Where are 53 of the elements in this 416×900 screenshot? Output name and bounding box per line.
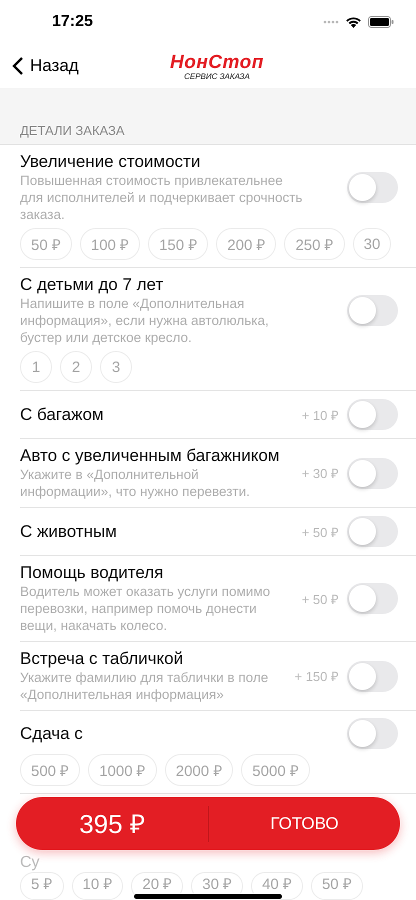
option-title: Сдача с <box>20 724 84 744</box>
amount-chip[interactable]: 1 <box>20 351 52 383</box>
amount-chip[interactable]: 150 ₽ <box>148 228 208 260</box>
amount-chip[interactable]: 50 ₽ <box>20 228 72 260</box>
toggle-switch[interactable] <box>347 295 398 326</box>
battery-icon <box>368 16 394 28</box>
option-title: Авто с увеличенным багажником <box>20 446 280 466</box>
option-price: + 150 ₽ <box>294 668 339 685</box>
amount-chip[interactable]: 50 ₽ <box>310 872 363 900</box>
option-title: С детьми до 7 лет <box>20 275 164 295</box>
signal-icon <box>323 20 339 24</box>
option-title: Встреча с табличкой <box>20 649 184 669</box>
option-price: + 30 ₽ <box>302 465 339 482</box>
option-description: Водитель может оказать услуги помимо перевозки, например помочь донести вещи, накачать колесо. <box>20 583 272 634</box>
option-description: Укажите в «Дополнительной информации», что нужно перевезти. <box>20 466 251 500</box>
option-title: С животным <box>20 522 118 542</box>
toggle-switch[interactable] <box>347 458 398 488</box>
section-header: ДЕТАЛИ ЗАКАЗА <box>0 88 416 145</box>
amount-chip[interactable]: 500 ₽ <box>20 754 80 786</box>
option-description: Укажите фамилию для таблички в поле «Дополнительная информация» <box>20 669 270 703</box>
option-title: Увеличение стоимости <box>20 152 202 172</box>
toggle-switch[interactable] <box>347 516 398 547</box>
amount-chip[interactable]: 2 <box>60 351 92 383</box>
toggle-switch[interactable] <box>347 718 398 749</box>
amount-chip[interactable]: 1000 ₽ <box>88 754 157 786</box>
option-price: + 50 ₽ <box>302 524 339 540</box>
amount-chip[interactable]: 250 ₽ <box>284 228 345 260</box>
clock: 17:25 <box>52 13 93 31</box>
amount-chip[interactable]: 200 ₽ <box>216 228 276 260</box>
toggle-switch[interactable] <box>347 583 398 614</box>
amount-chip[interactable]: 3 <box>100 351 132 383</box>
amount-chip[interactable]: 10 ₽ <box>72 872 124 900</box>
order-button[interactable]: 395 ₽ ГОТОВО <box>16 797 400 850</box>
amount-chip[interactable]: 5000 ₽ <box>241 754 310 786</box>
chevron-left-icon <box>12 56 24 76</box>
toggle-switch[interactable] <box>347 172 398 203</box>
option-description: Напишите в поле «Дополнительная информация», если нужна автолюлька, бустер или детское кресло. <box>20 295 270 346</box>
option-title: Помощь водителя <box>20 563 164 583</box>
toggle-switch[interactable] <box>347 399 398 430</box>
amount-chip[interactable]: 30 <box>352 228 392 260</box>
amount-chip[interactable]: 100 ₽ <box>80 228 140 260</box>
wifi-icon <box>345 16 362 28</box>
amount-chip[interactable]: 2000 ₽ <box>164 754 234 786</box>
toggle-switch[interactable] <box>347 660 398 692</box>
option-title: Су <box>20 855 41 871</box>
amount-chip[interactable]: 40 ₽ <box>251 872 303 900</box>
option-description: Повышенная стоимость привлекательнее для исполнителей и подчеркивает срочность заказа. <box>20 172 304 223</box>
option-price: + 50 ₽ <box>302 590 339 608</box>
back-button[interactable]: Назад <box>0 56 79 76</box>
option-price: + 10 ₽ <box>302 406 339 424</box>
amount-chip[interactable]: 5 ₽ <box>20 872 64 900</box>
logo: НонСтоп СЕРВИС ЗАКАЗА <box>170 54 264 81</box>
option-title: С багажом <box>20 404 105 424</box>
